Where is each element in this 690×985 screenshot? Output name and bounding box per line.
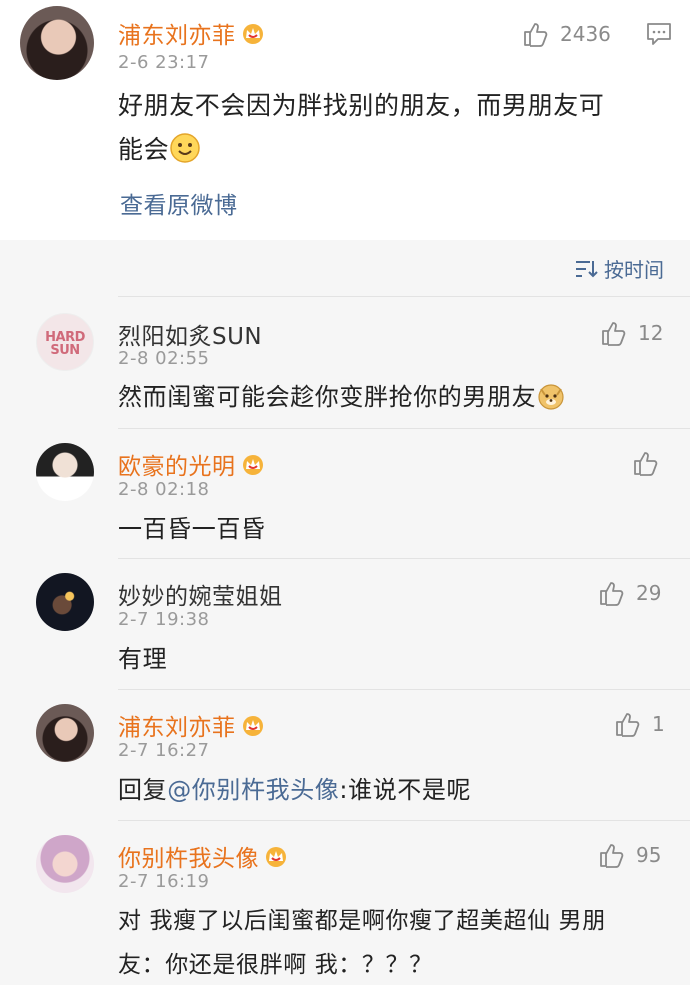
like-button[interactable]: 1 — [614, 710, 665, 738]
sort-icon — [576, 260, 598, 277]
like-count: 29 — [636, 581, 662, 605]
comment-time: 2-7 16:27 — [118, 740, 210, 761]
like-button[interactable]: 2436 — [522, 20, 611, 48]
sort-by-time-button[interactable]: 按时间 — [574, 254, 664, 283]
comment-author-name[interactable]: 浦东刘亦菲 — [118, 715, 236, 741]
comment-text: 然而闺蜜可能会趁你变胖抢你的男朋友 — [118, 375, 566, 419]
avatar[interactable] — [36, 443, 94, 501]
like-count: 1 — [652, 712, 665, 736]
comment-author[interactable]: 妙妙的婉莹姐姐 — [118, 577, 283, 611]
comment-item: 欧豪的光明 2-8 02:18 一百昏一百昏 — [0, 429, 690, 559]
main-post-card: 浦东刘亦菲 2-6 23:17 2436 好朋友不会因为胖找别的朋友，而男朋友可… — [0, 0, 690, 240]
like-button[interactable]: 29 — [598, 579, 661, 607]
reply-prefix: 回复 — [118, 776, 168, 804]
like-button[interactable]: 12 — [600, 319, 663, 347]
thumb-up-icon — [634, 452, 658, 476]
thumb-up-icon — [600, 582, 624, 606]
thumb-up-icon — [602, 322, 626, 346]
comment-icon[interactable] — [646, 22, 672, 46]
comment-item: 你别杵我头像 2-7 16:19 95 对 我瘦了以后闺蜜都是啊你瘦了超美超仙 … — [0, 821, 690, 985]
mention-link[interactable]: @你别杵我头像 — [167, 776, 339, 804]
avatar[interactable] — [36, 835, 94, 893]
avatar[interactable] — [36, 704, 94, 762]
comment-author[interactable]: 烈阳如炙SUN — [118, 317, 262, 351]
post-text-line: 能会 — [118, 135, 170, 164]
comment-time: 2-7 16:19 — [118, 871, 210, 892]
comment-item: 浦东刘亦菲 2-7 16:27 1 回复@你别杵我头像:谁说不是呢 — [0, 690, 690, 820]
avatar-logo-text: SUN — [50, 343, 80, 358]
post-time: 2-6 23:17 — [118, 52, 210, 73]
comment-time: 2-8 02:55 — [118, 348, 210, 369]
comment-time: 2-8 02:18 — [118, 479, 210, 500]
like-count: 12 — [638, 321, 664, 345]
vip-crown-icon — [242, 455, 263, 475]
comment-time: 2-7 19:38 — [118, 609, 210, 630]
comment-item: HARD SUN 烈阳如炙SUN 2-8 02:55 12 然而闺蜜可能会趁你变胖… — [0, 297, 690, 427]
vip-crown-icon — [266, 847, 286, 867]
like-count: 2436 — [560, 22, 611, 46]
thumb-up-icon — [616, 713, 640, 737]
vip-crown-icon — [242, 24, 263, 44]
like-button[interactable]: 95 — [598, 841, 661, 869]
smile-emoji-icon — [170, 133, 200, 163]
comment-author-name[interactable]: 欧豪的光明 — [118, 454, 236, 480]
avatar[interactable]: HARD SUN — [36, 313, 94, 371]
like-count: 95 — [636, 843, 662, 867]
post-author-name[interactable]: 浦东刘亦菲 — [118, 23, 236, 49]
comment-text: 对 我瘦了以后闺蜜都是啊你瘦了超美超仙 男朋 友：你还是很胖啊 我：？？？ — [118, 899, 678, 985]
like-button[interactable] — [632, 449, 660, 477]
comment-author[interactable]: 欧豪的光明 — [118, 447, 266, 481]
comment-text-line: 友：你还是很胖啊 我：？？？ — [118, 952, 433, 978]
comment-item: 妙妙的婉莹姐姐 2-7 19:38 29 有理 — [0, 559, 690, 689]
comment-text: 有理 — [118, 645, 168, 673]
comment-author-name[interactable]: 你别杵我头像 — [118, 846, 259, 872]
avatar-logo: HARD SUN — [37, 331, 93, 357]
post-text: 好朋友不会因为胖找别的朋友，而男朋友可 能会 — [118, 84, 604, 172]
comment-text: 一百昏一百昏 — [118, 515, 266, 543]
thumb-up-icon — [524, 23, 548, 47]
doge-emoji-icon — [538, 384, 564, 410]
comment-text-line: 对 我瘦了以后闺蜜都是啊你瘦了超美超仙 男朋 — [118, 908, 606, 934]
comment-author[interactable]: 你别杵我头像 — [118, 839, 289, 873]
sort-label: 按时间 — [604, 258, 664, 282]
reply-text: :谁说不是呢 — [339, 776, 472, 804]
avatar[interactable] — [20, 6, 94, 80]
post-author[interactable]: 浦东刘亦菲 — [118, 16, 266, 50]
comment-author[interactable]: 浦东刘亦菲 — [118, 708, 266, 742]
post-text-line: 好朋友不会因为胖找别的朋友，而男朋友可 — [118, 91, 605, 120]
thumb-up-icon — [600, 844, 624, 868]
view-original-link[interactable]: 查看原微博 — [120, 186, 238, 220]
vip-crown-icon — [242, 716, 263, 736]
comment-text-content: 然而闺蜜可能会趁你变胖抢你的男朋友 — [118, 383, 537, 411]
avatar[interactable] — [36, 573, 94, 631]
comment-text: 回复@你别杵我头像:谁说不是呢 — [118, 768, 471, 812]
